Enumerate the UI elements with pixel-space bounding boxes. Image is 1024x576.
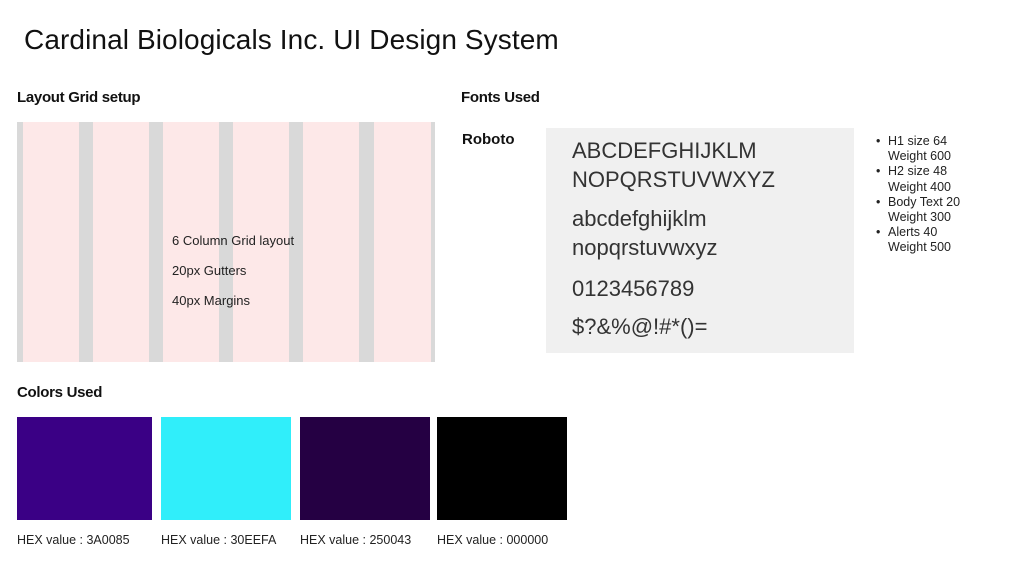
font-style-item: H1 size 64Weight 600	[874, 134, 960, 164]
font-specimen: ABCDEFGHIJKLM NOPQRSTUVWXYZ abcdefghijkl…	[546, 128, 854, 353]
specimen-digits: 0123456789	[572, 276, 695, 301]
grid-description-line: 40px Margins	[172, 293, 251, 308]
color-swatch	[437, 417, 567, 520]
hex-label: HEX value : 3A0085	[17, 533, 130, 547]
font-style-item: Body Text 20Weight 300	[874, 195, 960, 225]
grid-margin-right	[431, 122, 435, 362]
page-title: Cardinal Biologicals Inc. UI Design Syst…	[24, 24, 559, 55]
hex-label: HEX value : 250043	[300, 533, 412, 547]
grid-gutter	[149, 122, 163, 362]
colors-heading: Colors Used	[17, 384, 103, 401]
font-style-list: H1 size 64Weight 600 H2 size 48Weight 40…	[874, 134, 960, 256]
specimen-uppercase-2: NOPQRSTUVWXYZ	[572, 167, 775, 192]
grid-gutter	[79, 122, 93, 362]
specimen-uppercase-1: ABCDEFGHIJKLM	[572, 138, 757, 163]
grid-gutter	[359, 122, 374, 362]
font-style-item: Alerts 40Weight 500	[874, 225, 960, 255]
hex-label: HEX value : 30EEFA	[161, 533, 277, 547]
font-style-item: H2 size 48Weight 400	[874, 164, 960, 194]
color-swatch	[300, 417, 430, 520]
grid-description-line: 20px Gutters	[172, 263, 247, 278]
specimen-symbols: $?&%@!#*()=	[572, 314, 708, 339]
specimen-lowercase-1: abcdefghijklm	[572, 206, 707, 231]
font-name: Roboto	[462, 131, 515, 148]
hex-label: HEX value : 000000	[437, 533, 549, 547]
layout-grid-heading: Layout Grid setup	[17, 89, 141, 106]
fonts-heading: Fonts Used	[461, 89, 540, 106]
color-swatch	[17, 417, 152, 520]
specimen-lowercase-2: nopqrstuvwxyz	[572, 235, 718, 260]
color-swatch	[161, 417, 291, 520]
grid-description-line: 6 Column Grid layout	[172, 233, 295, 248]
grid-margin-left	[17, 122, 23, 362]
grid-description: 6 Column Grid layout 20px Gutters 40px M…	[172, 218, 294, 323]
